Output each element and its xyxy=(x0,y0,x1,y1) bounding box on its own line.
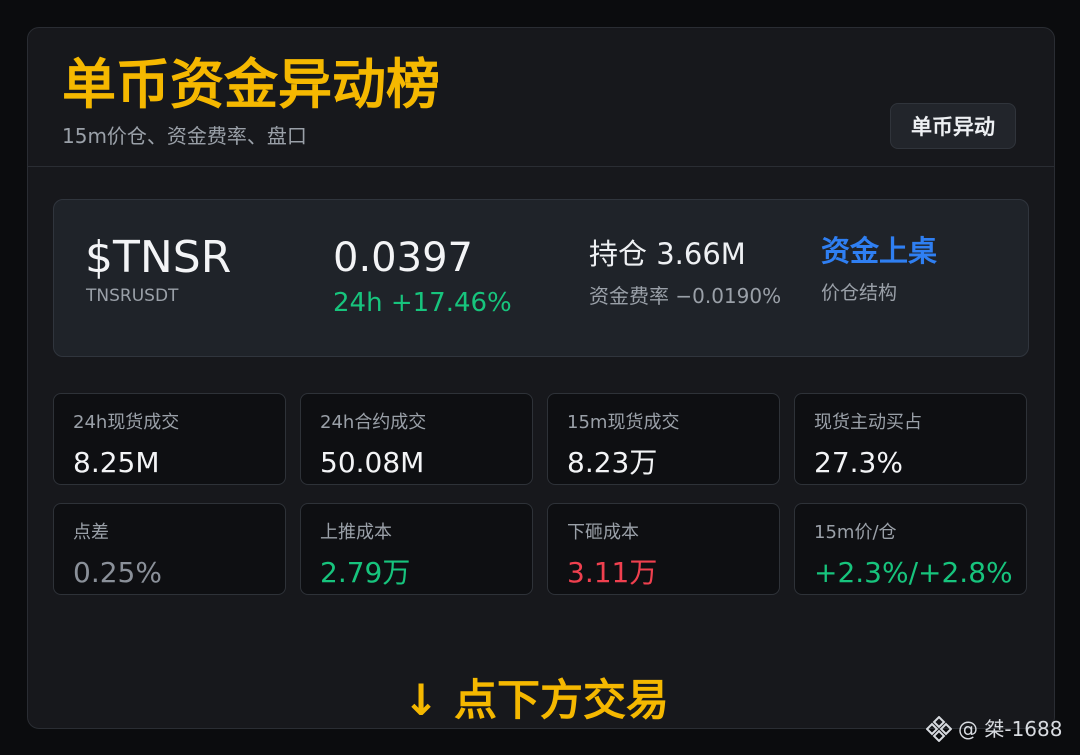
metric-value: 8.23万 xyxy=(567,446,658,479)
metric-label: 15m价/仓 xyxy=(814,522,897,543)
metric-spot-volume-24h: 24h现货成交 8.25M xyxy=(53,393,286,485)
metric-label: 上推成本 xyxy=(320,522,392,543)
metric-label: 24h合约成交 xyxy=(320,412,427,433)
metric-price-oi-change-15m: 15m价/仓 +2.3%/+2.8% xyxy=(794,503,1027,595)
metric-value: 3.11万 xyxy=(567,556,658,589)
trade-below-prompt: ↓ 点下方交易 xyxy=(403,676,669,726)
metric-value: 8.25M xyxy=(73,446,160,479)
metric-label: 下砸成本 xyxy=(567,522,639,543)
metric-value: 2.79万 xyxy=(320,556,411,589)
capital-flow-link[interactable]: 资金上桌 xyxy=(821,237,937,266)
anomaly-card: 单币资金异动榜 15m价仓、资金费率、盘口 单币异动 $TNSR TNSRUSD… xyxy=(27,27,1055,729)
page-title: 单币资金异动榜 xyxy=(62,53,440,116)
metric-value: 0.25% xyxy=(73,556,162,589)
watermark: @ 桀-1688 xyxy=(926,715,1062,743)
metric-futures-volume-24h: 24h合约成交 50.08M xyxy=(300,393,533,485)
metric-label: 点差 xyxy=(73,522,109,543)
metric-spread: 点差 0.25% xyxy=(53,503,286,595)
category-tag-button[interactable]: 单币异动 xyxy=(890,103,1016,149)
binance-square-icon xyxy=(926,716,952,742)
metric-value: 27.3% xyxy=(814,446,903,479)
metric-value: +2.3%/+2.8% xyxy=(814,556,1013,589)
page-subtitle: 15m价仓、资金费率、盘口 xyxy=(62,124,307,148)
metric-label: 15m现货成交 xyxy=(567,412,680,433)
trading-pair: TNSRUSDT xyxy=(86,286,179,306)
price-change-24h: 24h +17.46% xyxy=(333,288,512,318)
ticker-symbol: $TNSR xyxy=(85,232,232,283)
metric-push-down-cost: 下砸成本 3.11万 xyxy=(547,503,780,595)
open-interest: 持仓 3.66M xyxy=(589,237,746,271)
metric-spot-volume-15m: 15m现货成交 8.23万 xyxy=(547,393,780,485)
last-price: 0.0397 xyxy=(333,235,473,281)
funding-rate: 资金费率 −0.0190% xyxy=(589,284,782,308)
card-header: 单币资金异动榜 15m价仓、资金费率、盘口 单币异动 xyxy=(28,28,1054,167)
metric-spot-taker-buy-ratio: 现货主动买占 27.3% xyxy=(794,393,1027,485)
metric-label: 24h现货成交 xyxy=(73,412,180,433)
metric-push-up-cost: 上推成本 2.79万 xyxy=(300,503,533,595)
watermark-handle: @ 桀-1688 xyxy=(958,717,1063,741)
price-oi-structure: 价仓结构 xyxy=(821,282,898,304)
metric-value: 50.08M xyxy=(320,446,425,479)
ticker-summary-panel: $TNSR TNSRUSDT 0.0397 24h +17.46% 持仓 3.6… xyxy=(53,199,1029,357)
metric-label: 现货主动买占 xyxy=(814,412,922,433)
